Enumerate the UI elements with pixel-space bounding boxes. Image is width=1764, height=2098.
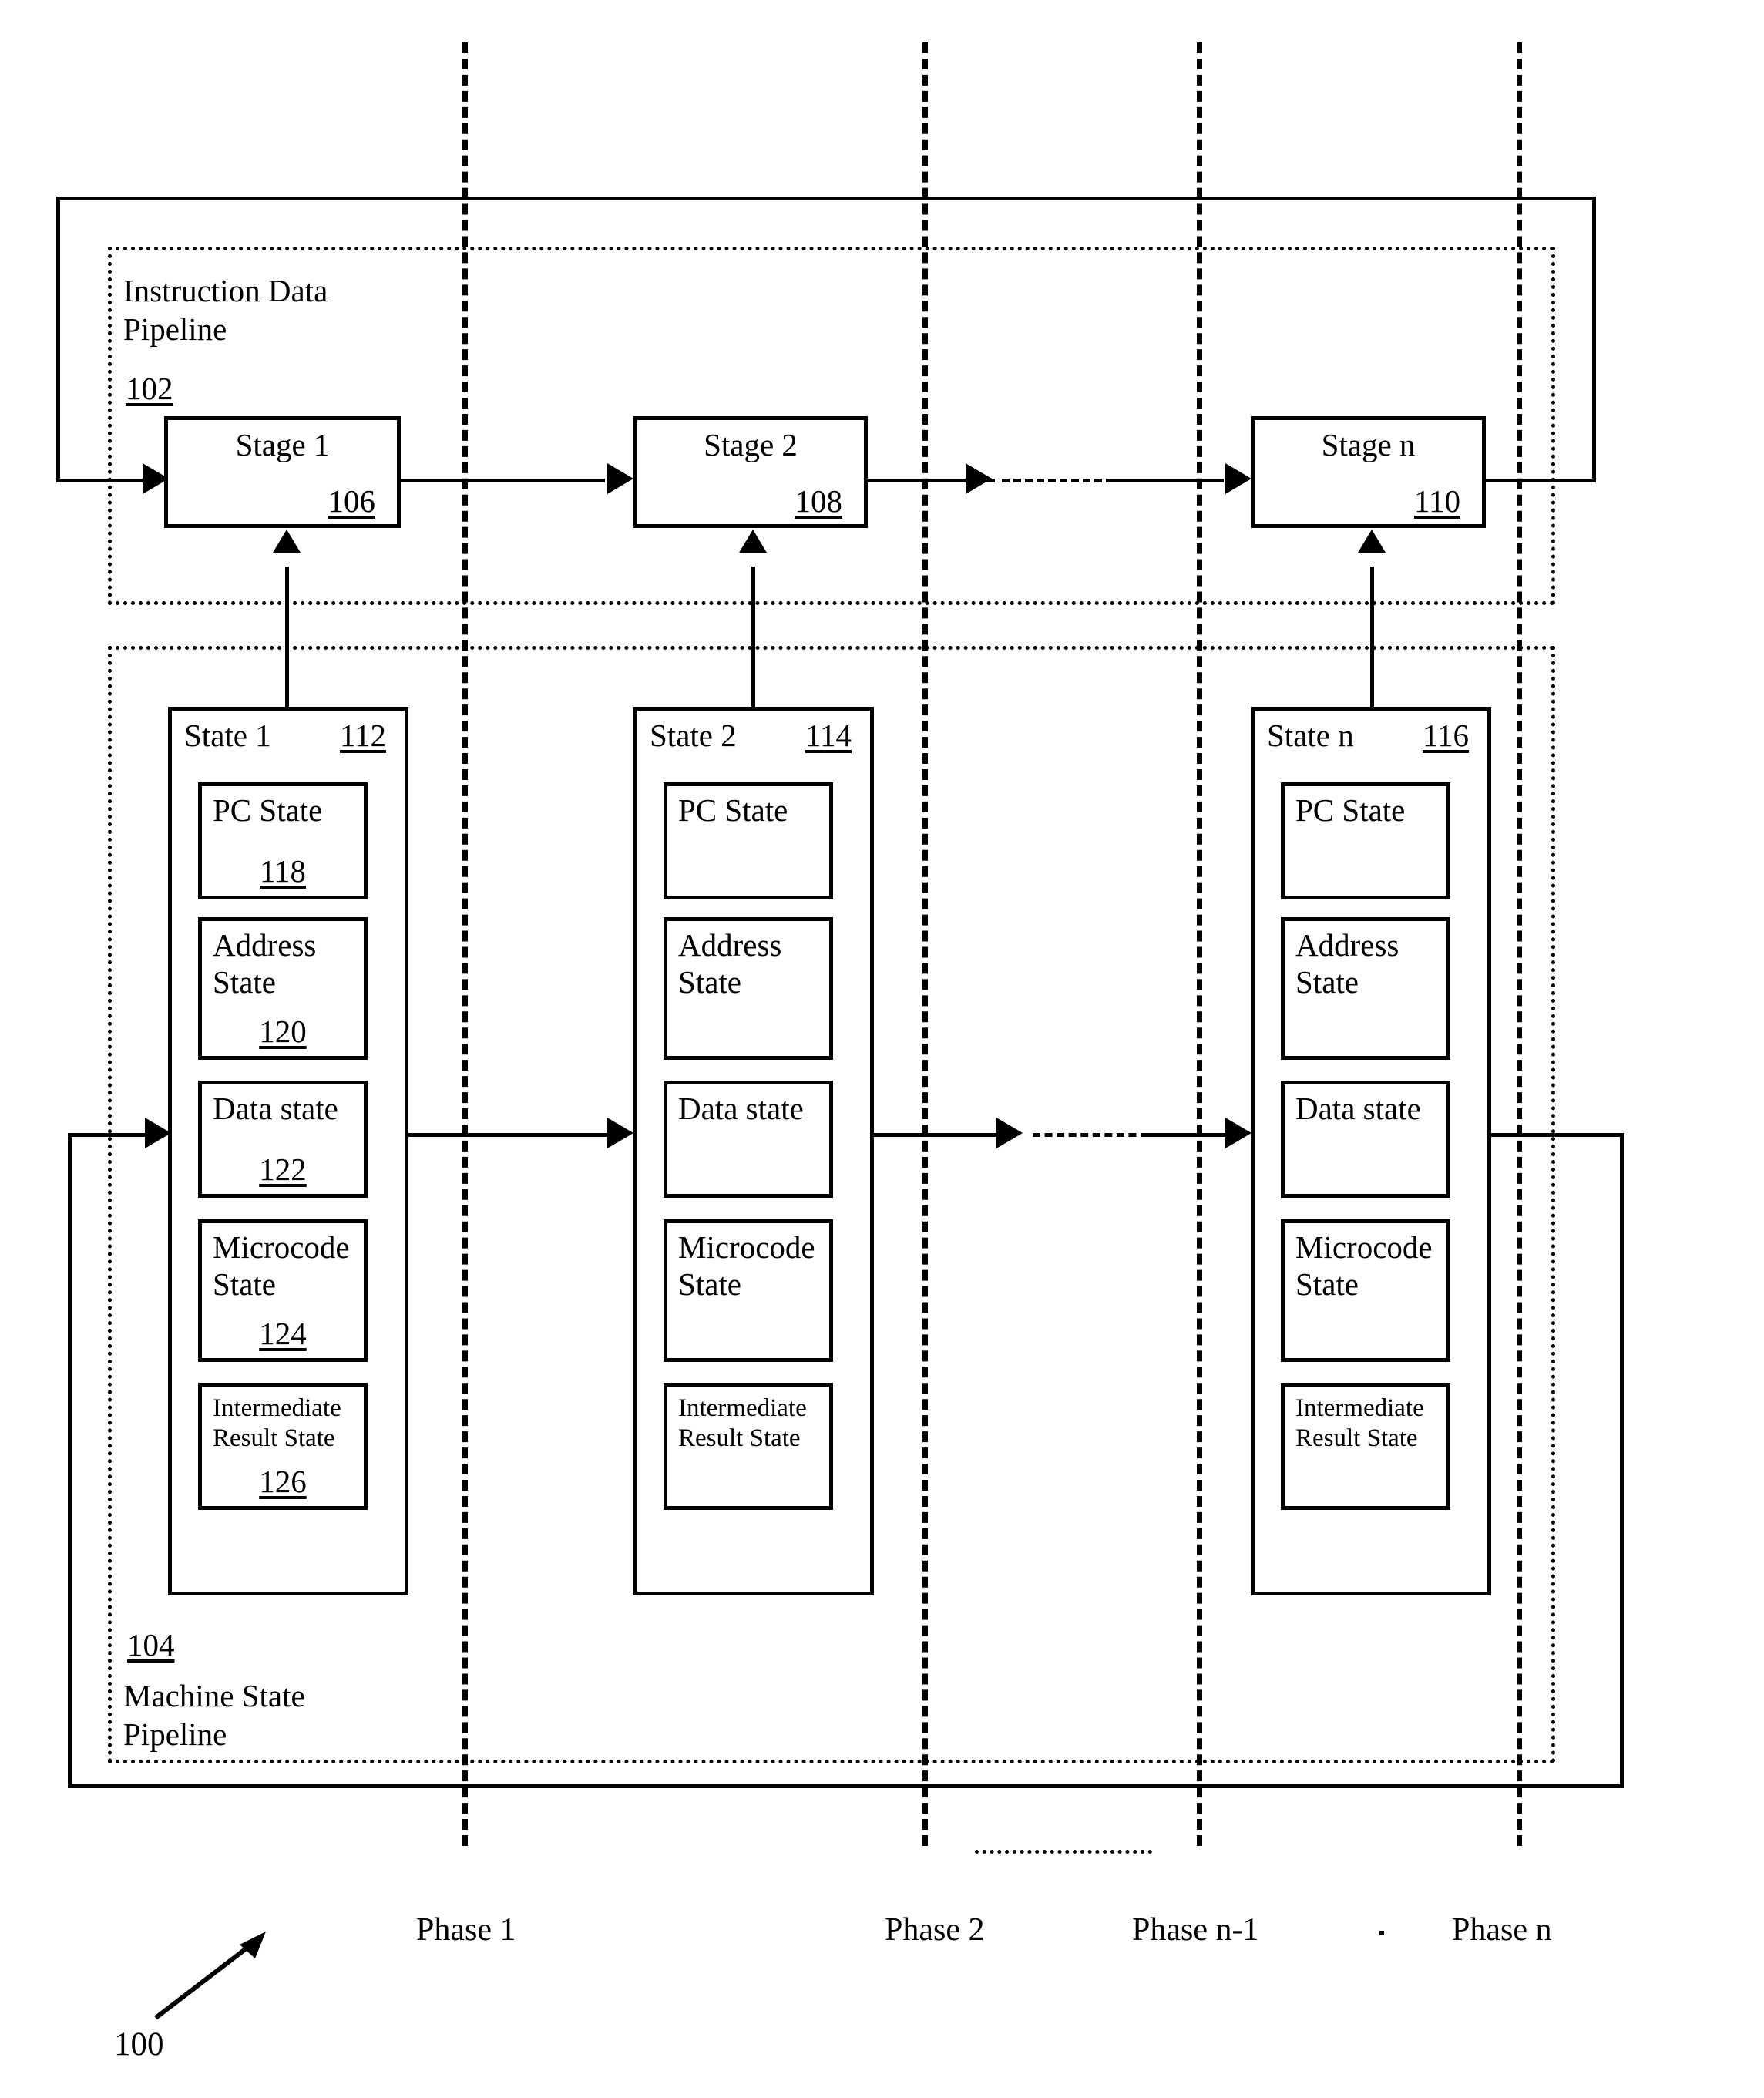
state-2-label: State 2 xyxy=(650,718,737,753)
state-n-label: State n xyxy=(1267,718,1354,753)
stage-box-1[interactable]: Stage 1 106 xyxy=(164,416,401,528)
state-1-field-data-state[interactable]: Data state 122 xyxy=(198,1081,368,1198)
state-n-field-microcode-state[interactable]: Microcode State xyxy=(1281,1219,1450,1362)
state-n-field-data-state[interactable]: Data state xyxy=(1281,1081,1450,1198)
state-1-header: State 1 112 xyxy=(184,717,392,754)
state-n-field-address-state[interactable]: Address State xyxy=(1281,917,1450,1060)
stage2-ellipsis-arrowhead xyxy=(966,463,992,494)
state-1-field-intermediate-result-state-label: Intermediate Result State xyxy=(213,1394,341,1452)
patent-figure: Instruction Data Pipeline 102 Stage 1 10… xyxy=(0,0,1764,2098)
state-1-label: State 1 xyxy=(184,718,271,753)
state-1-field-address-state-ref: 120 xyxy=(259,1014,307,1049)
state-2-field-data-state-label: Data state xyxy=(678,1091,804,1126)
instruction-feedback-left xyxy=(56,197,60,480)
state1-to-stage1-arrowhead xyxy=(273,530,301,553)
state-n-field-microcode-state-label: Microcode State xyxy=(1295,1229,1433,1303)
state-n-header: State n 116 xyxy=(1267,717,1475,754)
figure-ref-100: 100 xyxy=(114,2026,164,2063)
stage1-to-stage2-arrowhead xyxy=(607,463,633,494)
phase-label-2: Phase 2 xyxy=(885,1912,985,1948)
state-1-field-address-state-label: Address State xyxy=(213,927,317,1000)
state-n-field-pc-state-label: PC State xyxy=(1295,792,1406,828)
staten-to-stagen-line xyxy=(1370,567,1374,708)
state-1-field-microcode-state-ref: 124 xyxy=(259,1316,307,1351)
machine-state-pipeline-ref: 104 xyxy=(127,1627,175,1663)
datastate2-ellipsis-arrowhead xyxy=(996,1118,1023,1148)
state-1-field-microcode-state-label: Microcode State xyxy=(213,1229,350,1303)
stage-2-ref: 108 xyxy=(795,483,843,519)
instruction-feedback-top xyxy=(56,197,1596,200)
state-1-ref: 112 xyxy=(340,718,386,753)
stage-box-2[interactable]: Stage 2 108 xyxy=(633,416,868,528)
phase-label-1: Phase 1 xyxy=(416,1912,516,1948)
state-box-1[interactable]: State 1 112 PC State 118 Address State 1… xyxy=(168,707,408,1595)
stage-2-label: Stage 2 xyxy=(704,427,798,462)
state-n-field-intermediate-result-state[interactable]: Intermediate Result State xyxy=(1281,1383,1450,1510)
stage1-to-stage2-line xyxy=(401,479,605,482)
state-1-field-data-state-ref: 122 xyxy=(259,1152,307,1187)
stage-n-ref: 110 xyxy=(1414,483,1460,519)
machine-feedback-exit xyxy=(1491,1133,1624,1137)
stage-1-label: Stage 1 xyxy=(235,427,330,462)
state-2-field-address-state-label: Address State xyxy=(678,927,782,1000)
stray-dot-artifact xyxy=(1379,1931,1384,1935)
instruction-data-pipeline-ref: 102 xyxy=(126,371,173,406)
phase-label-n-minus-1: Phase n-1 xyxy=(1132,1912,1259,1948)
state-n-field-pc-state[interactable]: PC State xyxy=(1281,782,1450,899)
state-1-field-address-state[interactable]: Address State 120 xyxy=(198,917,368,1060)
state-2-field-address-state[interactable]: Address State xyxy=(664,917,833,1060)
stage-1-ref: 106 xyxy=(328,483,376,519)
state-box-2[interactable]: State 2 114 PC State Address State Data … xyxy=(633,707,874,1595)
machine-feedback-left xyxy=(68,1133,72,1788)
ellipsis-to-stagen-arrowhead xyxy=(1225,463,1252,494)
stage-n-label: Stage n xyxy=(1321,427,1416,462)
state2-to-stage2-line xyxy=(751,567,755,708)
state-box-n[interactable]: State n 116 PC State Address State Data … xyxy=(1251,707,1491,1595)
state-2-field-pc-state-label: PC State xyxy=(678,792,788,828)
state-2-field-data-state[interactable]: Data state xyxy=(664,1081,833,1198)
datastate-ellipsis-dashed xyxy=(1033,1133,1148,1137)
state-1-field-intermediate-result-state[interactable]: Intermediate Result State 126 xyxy=(198,1383,368,1510)
state-1-field-data-state-label: Data state xyxy=(213,1091,338,1126)
state-n-field-address-state-label: Address State xyxy=(1295,927,1399,1000)
state-2-field-pc-state[interactable]: PC State xyxy=(664,782,833,899)
machine-state-pipeline-title: Machine State Pipeline xyxy=(123,1678,305,1753)
state1-to-stage1-line xyxy=(285,567,289,708)
state-n-ref: 116 xyxy=(1423,718,1469,753)
state2-to-stage2-arrowhead xyxy=(739,530,767,553)
state-2-field-intermediate-result-state[interactable]: Intermediate Result State xyxy=(664,1383,833,1510)
phase-ellipsis-dots xyxy=(975,1850,1152,1854)
state-1-field-pc-state[interactable]: PC State 118 xyxy=(198,782,368,899)
ellipsis-to-datastaten-line xyxy=(1144,1133,1229,1137)
state-2-field-microcode-state-label: Microcode State xyxy=(678,1229,815,1303)
state-1-field-intermediate-result-state-ref: 126 xyxy=(259,1464,307,1499)
state-1-field-pc-state-ref: 118 xyxy=(260,853,306,889)
instruction-data-pipeline-title: Instruction Data Pipeline xyxy=(123,273,328,348)
machine-feedback-bottom xyxy=(68,1784,1624,1788)
state-2-field-intermediate-result-state-label: Intermediate Result State xyxy=(678,1394,807,1452)
state-n-field-data-state-label: Data state xyxy=(1295,1091,1421,1126)
datastate1-to-datastate2-line xyxy=(408,1133,610,1137)
ellipsis-to-datastaten-arrowhead xyxy=(1225,1118,1252,1148)
state-1-field-pc-state-label: PC State xyxy=(213,792,323,828)
state-2-field-microcode-state[interactable]: Microcode State xyxy=(664,1219,833,1362)
datastate1-to-datastate2-arrowhead xyxy=(607,1118,633,1148)
state-2-ref: 114 xyxy=(805,718,852,753)
machine-feedback-entry-arrowhead xyxy=(145,1118,171,1148)
stage-box-n[interactable]: Stage n 110 xyxy=(1251,416,1486,528)
machine-feedback-right xyxy=(1620,1133,1624,1788)
datastate2-to-ellipsis-line xyxy=(874,1133,1001,1137)
state-1-field-microcode-state[interactable]: Microcode State 124 xyxy=(198,1219,368,1362)
phase-label-n: Phase n xyxy=(1452,1912,1552,1948)
state-2-header: State 2 114 xyxy=(650,717,858,754)
instruction-feedback-right xyxy=(1592,197,1596,480)
figure-ref-leader-arrow xyxy=(154,1932,266,2020)
state-n-field-intermediate-result-state-label: Intermediate Result State xyxy=(1295,1394,1424,1452)
staten-to-stagen-arrowhead xyxy=(1358,530,1386,553)
ellipsis-to-stagen-line xyxy=(1110,479,1224,482)
stage-ellipsis-dashed xyxy=(1002,479,1114,482)
